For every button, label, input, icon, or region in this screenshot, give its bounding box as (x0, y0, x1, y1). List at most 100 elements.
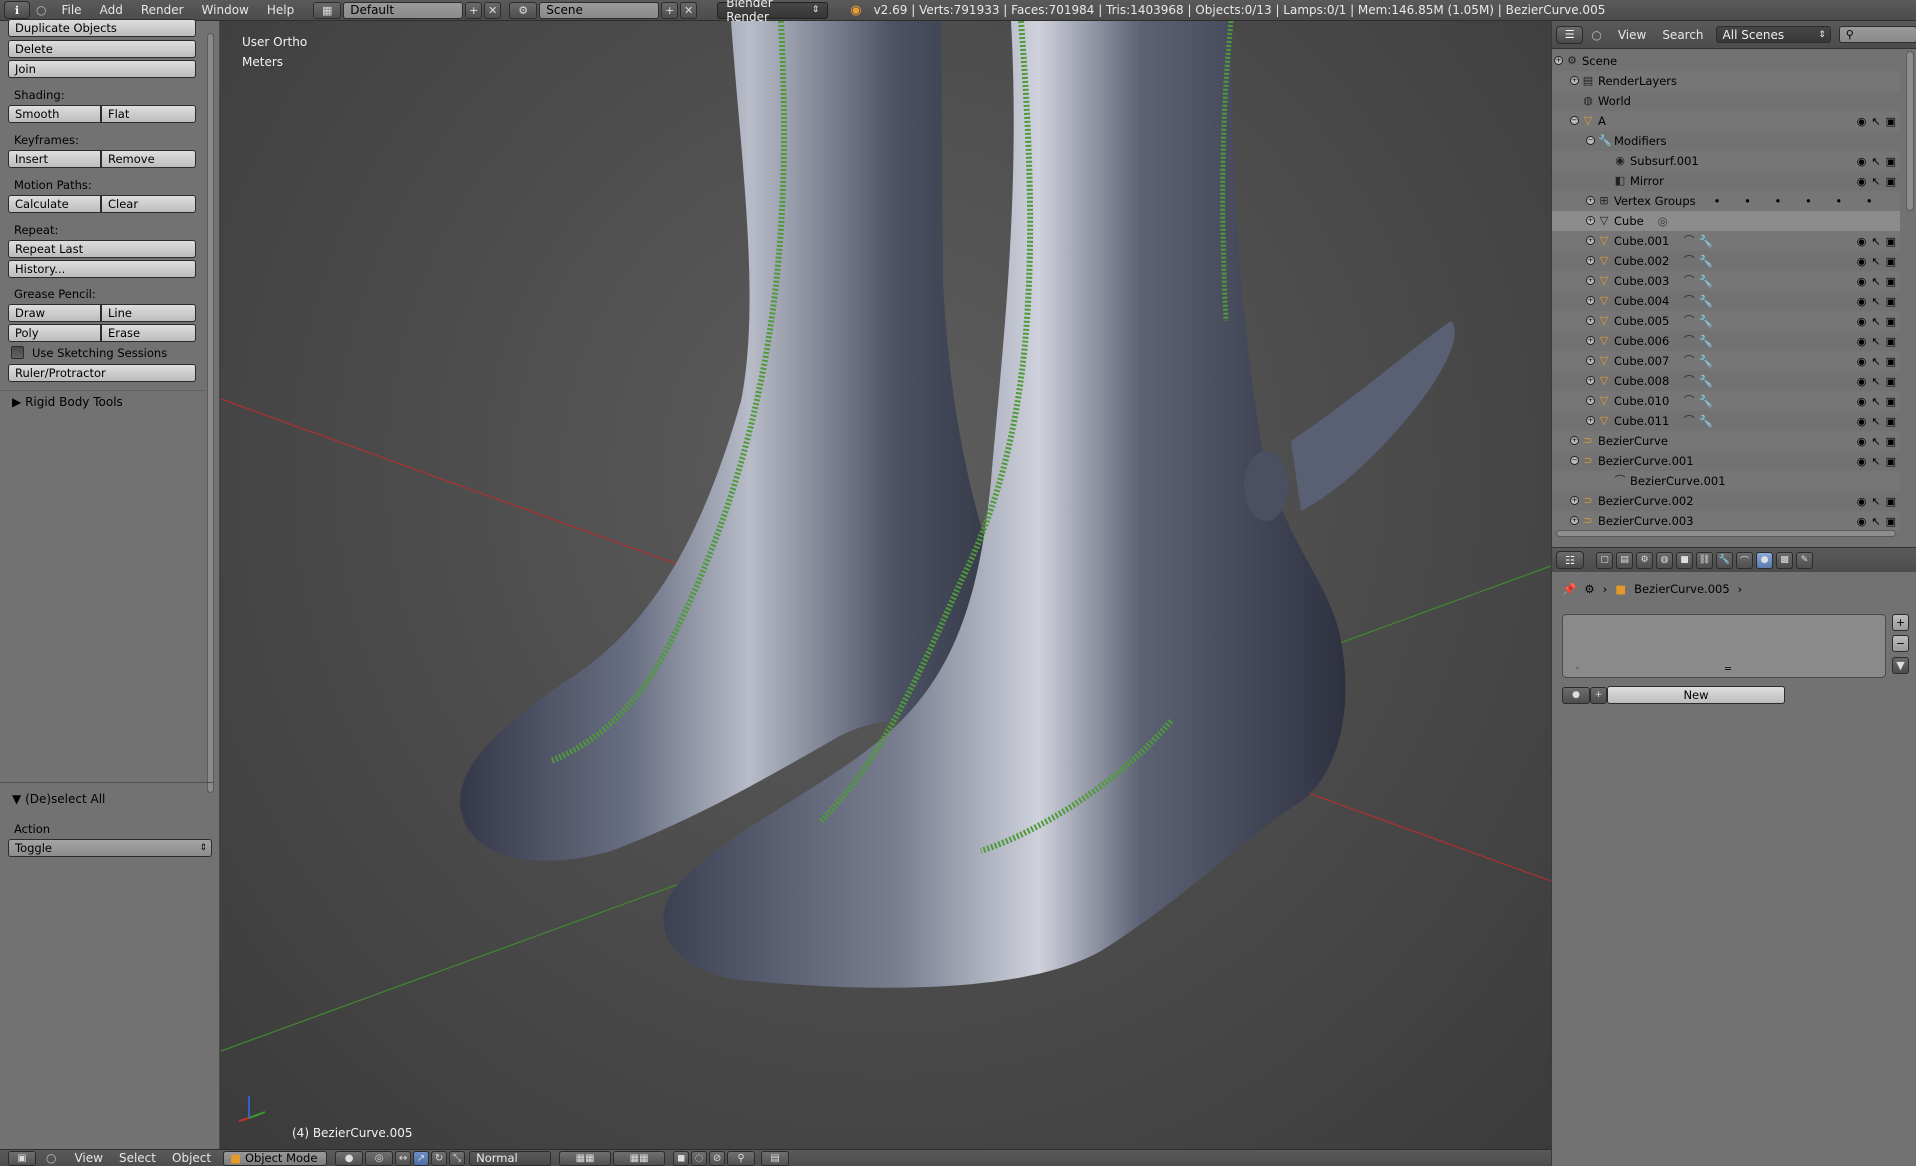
draw-button[interactable]: Draw (8, 304, 101, 322)
menu-object[interactable]: Object (164, 1151, 219, 1165)
editor-type-icon[interactable]: ▣ (8, 1150, 36, 1166)
eye-icon[interactable]: ◉ (1857, 275, 1867, 288)
cursor-icon[interactable]: ↖ (1871, 395, 1880, 408)
outliner-row[interactable]: + ▽ Cube.008 ⌒ 🔧 ◉ ↖ ▣ (1552, 371, 1900, 391)
expand-toggle-icon[interactable]: + (1586, 256, 1595, 265)
camera-icon[interactable]: ▣ (1886, 355, 1896, 368)
collapse-menu-icon[interactable]: ○ (46, 1151, 56, 1165)
proportional-edit-icon[interactable]: ⊘ (709, 1150, 726, 1166)
camera-icon[interactable]: ▣ (1886, 155, 1896, 168)
toolshelf-scrollbar[interactable] (207, 33, 214, 793)
physics-tab-icon[interactable]: ✎ (1796, 551, 1813, 569)
cursor-icon[interactable]: ↖ (1871, 435, 1880, 448)
camera-icon[interactable]: ▣ (1886, 115, 1896, 128)
remove-layout-icon[interactable]: ✕ (484, 1, 502, 19)
cursor-icon[interactable]: ↖ (1871, 275, 1880, 288)
material-browse-icon[interactable]: ● (1562, 686, 1590, 704)
cursor-icon[interactable]: ↖ (1871, 115, 1880, 128)
3d-viewport[interactable]: User Ortho Meters (4) BezierCurve.005 (221, 21, 1551, 1149)
eye-icon[interactable]: ◉ (1857, 415, 1867, 428)
list-filter-icon[interactable]: ◦ (1575, 664, 1580, 673)
eye-icon[interactable]: ◉ (1857, 395, 1867, 408)
camera-icon[interactable]: ▣ (1886, 375, 1896, 388)
camera-icon[interactable]: ▣ (1886, 235, 1896, 248)
add-scene-icon[interactable]: + (661, 1, 679, 19)
collapse-menu-icon[interactable]: ○ (36, 3, 46, 17)
camera-icon[interactable]: ▣ (1886, 435, 1896, 448)
menu-view[interactable]: View (1610, 28, 1654, 42)
scene-tab-icon[interactable]: ⚙ (1636, 551, 1653, 569)
cursor-icon[interactable]: ↖ (1871, 295, 1880, 308)
menu-add[interactable]: Add (91, 3, 132, 17)
layers-grid-2-icon[interactable]: ▦▦ (613, 1150, 666, 1166)
cursor-icon[interactable]: ↖ (1871, 175, 1880, 188)
snap-element-icon[interactable]: ⚲ (727, 1150, 756, 1166)
lock-camera-icon[interactable]: ◼ (673, 1150, 690, 1166)
expand-toggle-icon[interactable]: + (1586, 376, 1595, 385)
eye-icon[interactable]: ◉ (1857, 355, 1867, 368)
camera-icon[interactable]: ▣ (1886, 335, 1896, 348)
collapse-menu-icon[interactable]: ○ (1591, 28, 1601, 42)
pin-icon[interactable]: 📌 (1562, 582, 1576, 596)
clear-button[interactable]: Clear (101, 195, 196, 213)
eye-icon[interactable]: ◉ (1857, 455, 1867, 468)
erase-button[interactable]: Erase (101, 324, 196, 342)
render-preview-icon[interactable]: ▤ (761, 1150, 790, 1166)
outliner-row[interactable]: + ⊃ BezierCurve.003 ◉ ↖ ▣ (1552, 511, 1900, 531)
outliner-scrollbar[interactable] (1906, 51, 1914, 211)
eye-icon[interactable]: ◉ (1857, 235, 1867, 248)
add-layout-icon[interactable]: + (465, 1, 483, 19)
camera-icon[interactable]: ▣ (1886, 495, 1896, 508)
constraints-tab-icon[interactable]: ⛓ (1696, 551, 1713, 569)
expand-toggle-icon[interactable]: + (1586, 216, 1595, 225)
info-editor-type-icon[interactable]: ℹ (4, 1, 30, 19)
rotate-manipulator-icon[interactable]: ↻ (431, 1150, 448, 1166)
cursor-icon[interactable]: ↖ (1871, 455, 1880, 468)
properties-editor-type-icon[interactable]: ☷ (1556, 551, 1584, 569)
expand-toggle-icon[interactable]: + (1586, 296, 1595, 305)
outliner-search-input[interactable]: ⚲ (1838, 26, 1916, 43)
translate-manipulator-icon[interactable]: ↗ (413, 1150, 430, 1166)
menu-render[interactable]: Render (132, 3, 193, 17)
cursor-icon[interactable]: ↖ (1871, 515, 1880, 528)
join-button[interactable]: Join (8, 60, 196, 78)
operator-panel-header[interactable]: ▼ (De)select All (12, 792, 105, 806)
layers-grid-icon[interactable]: ▦▦ (559, 1150, 612, 1166)
transform-orientation-select[interactable]: Normal (469, 1150, 552, 1166)
collapse-toggle-icon[interactable]: − (1570, 116, 1579, 125)
camera-icon[interactable]: ▣ (1886, 295, 1896, 308)
collapse-toggle-icon[interactable]: − (1586, 136, 1595, 145)
modifiers-tab-icon[interactable]: 🔧 (1716, 551, 1733, 569)
use-sketching-checkbox[interactable] (11, 346, 24, 359)
data-tab-icon[interactable]: ⌒ (1736, 551, 1753, 569)
calculate-button[interactable]: Calculate (8, 195, 101, 213)
material-tab-icon[interactable]: ● (1756, 551, 1773, 569)
snap-icon[interactable]: ◌ (691, 1150, 708, 1166)
outliner-row[interactable]: ⌒ BezierCurve.001 (1552, 471, 1900, 491)
eye-icon[interactable]: ◉ (1857, 155, 1867, 168)
manipulator-toggle-icon[interactable]: ↔ (395, 1150, 412, 1166)
display-mode-select[interactable]: All Scenes ⇕ (1715, 26, 1831, 43)
camera-icon[interactable]: ▣ (1886, 415, 1896, 428)
cursor-icon[interactable]: ↖ (1871, 235, 1880, 248)
expand-toggle-icon[interactable]: + (1586, 196, 1595, 205)
mode-select[interactable]: ■ Object Mode (223, 1150, 328, 1166)
history-button[interactable]: History... (8, 260, 196, 278)
flat-button[interactable]: Flat (101, 105, 196, 123)
rigid-body-panel-header[interactable]: ▶ Rigid Body Tools (12, 395, 123, 409)
camera-icon[interactable]: ▣ (1886, 395, 1896, 408)
camera-icon[interactable]: ▣ (1886, 175, 1896, 188)
outliner-row[interactable]: + ⚙ Scene (1552, 51, 1900, 71)
outliner-row[interactable]: − ⊃ BezierCurve.001 ◉ ↖ ▣ (1552, 451, 1900, 471)
eye-icon[interactable]: ◉ (1857, 315, 1867, 328)
outliner-row[interactable]: + ⊞ Vertex Groups • • • • • • (1552, 191, 1900, 211)
outliner-row[interactable]: + ▽ Cube.006 ⌒ 🔧 ◉ ↖ ▣ (1552, 331, 1900, 351)
expand-toggle-icon[interactable]: + (1586, 416, 1595, 425)
cursor-icon[interactable]: ↖ (1871, 255, 1880, 268)
eye-icon[interactable]: ◉ (1857, 295, 1867, 308)
render-tab-icon[interactable]: ▢ (1596, 551, 1613, 569)
world-tab-icon[interactable]: ◍ (1656, 551, 1673, 569)
remove-scene-icon[interactable]: ✕ (680, 1, 698, 19)
pivot-point-icon[interactable]: ◎ (365, 1150, 394, 1166)
scene-icon[interactable]: ⚙ (509, 1, 538, 19)
